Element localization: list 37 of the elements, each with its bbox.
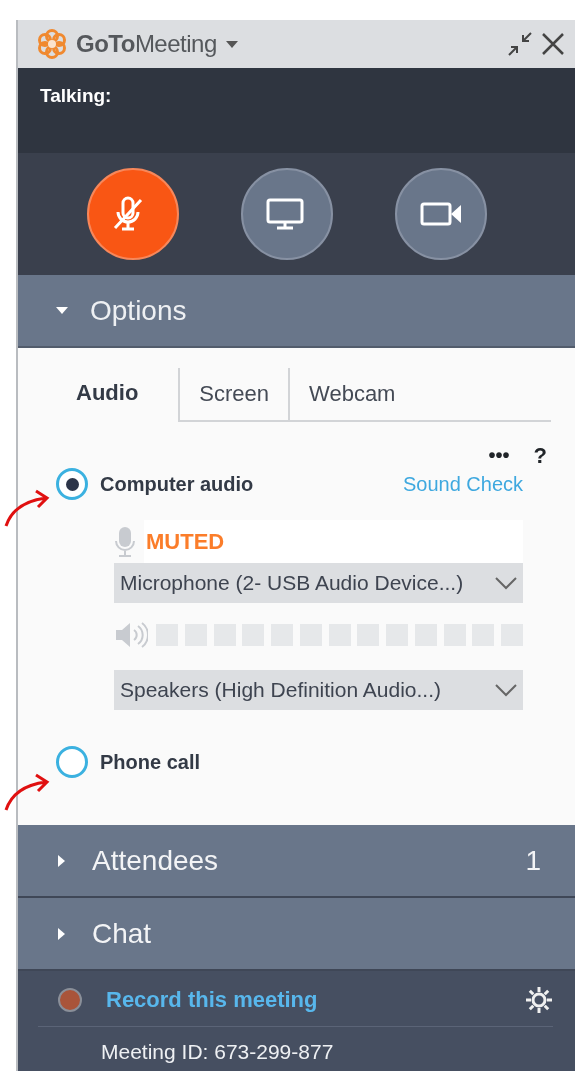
logo-icon bbox=[36, 28, 68, 60]
section-header[interactable]: Chat bbox=[18, 898, 575, 971]
options-label: Options bbox=[90, 293, 187, 328]
radio-button[interactable] bbox=[56, 746, 88, 778]
talking-label: Talking: bbox=[18, 68, 575, 153]
microphone-dropdown[interactable]: Microphone (2- USB Audio Device...) bbox=[114, 563, 523, 603]
section-label: Attendees bbox=[92, 843, 220, 878]
dropdown-value: Speakers (High Definition Audio...) bbox=[120, 677, 441, 704]
help-button[interactable]: ? bbox=[533, 438, 547, 472]
annotation-arrow bbox=[4, 772, 50, 812]
mute-status: MUTED bbox=[144, 520, 523, 563]
options-header[interactable]: Options bbox=[18, 275, 575, 348]
count: 1 bbox=[525, 843, 541, 878]
annotation-arrow bbox=[4, 488, 50, 528]
chevron-down-icon bbox=[495, 576, 517, 590]
tab[interactable]: Screen bbox=[178, 368, 289, 420]
collapse-icon[interactable] bbox=[507, 31, 533, 57]
speakers-dropdown[interactable]: Speakers (High Definition Audio...) bbox=[114, 670, 523, 710]
more-button[interactable]: ••• bbox=[488, 440, 510, 470]
settings-icon[interactable] bbox=[525, 985, 553, 1014]
close-icon[interactable] bbox=[541, 32, 565, 56]
dropdown-value: Microphone (2- USB Audio Device...) bbox=[120, 570, 464, 597]
meeting-id: Meeting ID: 673-299-877 bbox=[38, 1026, 553, 1068]
record-link[interactable]: Record this meeting bbox=[106, 983, 509, 1016]
app-title: GoToMeeting bbox=[76, 29, 217, 59]
section-header[interactable]: Attendees 1 bbox=[18, 825, 575, 898]
microphone-icon bbox=[114, 524, 136, 559]
section-label: Chat bbox=[92, 916, 153, 951]
radio-button[interactable] bbox=[56, 468, 88, 500]
speaker-icon bbox=[114, 620, 148, 650]
radio-label: Computer audio bbox=[100, 472, 254, 497]
chevron-down-icon bbox=[495, 683, 517, 697]
caret-icon[interactable] bbox=[224, 39, 239, 49]
tab[interactable]: Webcam bbox=[288, 368, 415, 420]
record-icon bbox=[58, 987, 82, 1012]
tab[interactable]: Audio bbox=[56, 368, 179, 422]
radio-label: Phone call bbox=[100, 750, 201, 775]
